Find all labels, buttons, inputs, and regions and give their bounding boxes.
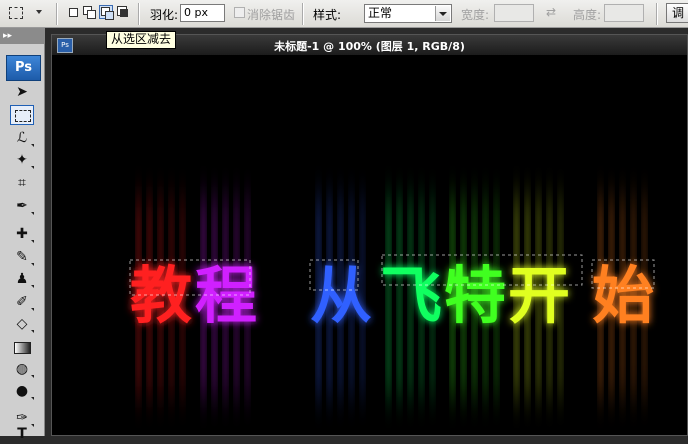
chevron-down-icon [435,6,450,21]
width-input[interactable] [494,4,534,22]
height-label: 高度: [573,8,602,22]
antialias-label: 消除锯齿 [247,8,296,22]
style-label: 样式: [313,8,342,22]
blur-tool-icon[interactable]: ◍ [10,359,34,379]
toolbox: ▸▸ Ps ➤ ℒ ✦ ⌗ ✒ ✚ ✎ ♟ ✐ ◇ ◍ ● ✑ T [0,28,45,442]
style-select-value: 正常 [368,6,393,20]
document-window: Ps 未标题-1 @ 100% (图层 1, RGB/8) 教教程程从从飞飞特特… [51,34,688,436]
brush-tool-icon[interactable]: ✎ [10,247,34,267]
divider [138,3,140,25]
ps-logo[interactable]: Ps [6,55,41,81]
lasso-tool-icon[interactable]: ℒ [10,128,34,148]
crop-tool-icon[interactable]: ⌗ [10,173,34,193]
tool-preset-picker[interactable] [6,4,28,22]
marquee-tool-icon[interactable] [10,105,34,125]
canvas[interactable]: 教教程程从从飞飞特特开开始始 [52,55,687,435]
glow-char: 从 [310,259,372,332]
toolbox-grip[interactable]: ▸▸ [0,28,45,44]
gradient-tool-icon[interactable] [10,337,34,357]
divider [302,3,304,25]
move-tool-icon[interactable]: ➤ [10,82,34,102]
type-tool-icon[interactable]: T [10,424,34,444]
eraser-tool-icon[interactable]: ◇ [10,314,34,334]
dodge-tool-icon[interactable]: ● [10,381,34,401]
subtract-from-selection-button[interactable] [99,5,114,20]
history-brush-icon[interactable]: ✐ [10,292,34,312]
divider [656,3,658,25]
glow-char: 始 [592,259,654,332]
antialias-checkbox[interactable] [234,7,245,18]
swap-icon[interactable]: ⇄ [546,5,556,19]
feather-input[interactable]: 0 px [180,4,225,22]
height-input[interactable] [604,4,644,22]
rect-marquee-icon [9,7,23,19]
healing-brush-icon[interactable]: ✚ [10,224,34,244]
stamp-tool-icon[interactable]: ♟ [10,269,34,289]
new-selection-button[interactable] [66,5,80,19]
glow-char: 开 [508,259,570,332]
magic-wand-icon[interactable]: ✦ [10,150,34,170]
glow-char: 飞 [380,259,442,332]
glow-text-artwork: 教教 程程 从从 飞飞 特特 开开 始始 [129,197,655,397]
intersect-selection-button[interactable] [116,5,130,19]
feather-label: 羽化: [150,8,179,22]
width-label: 宽度: [461,8,490,22]
divider [56,3,58,25]
refine-edge-button[interactable]: 调 [666,3,688,23]
tooltip: 从选区减去 [106,31,177,49]
glow-char: 特 [444,259,506,332]
add-to-selection-button[interactable] [82,5,96,19]
style-select[interactable]: 正常 [364,4,452,23]
options-bar: 羽化: 0 px 消除锯齿 样式: 正常 宽度: ⇄ 高度: 调 [0,0,688,28]
chevron-down-icon[interactable] [36,10,42,14]
slice-tool-icon[interactable]: ✒ [10,196,34,216]
